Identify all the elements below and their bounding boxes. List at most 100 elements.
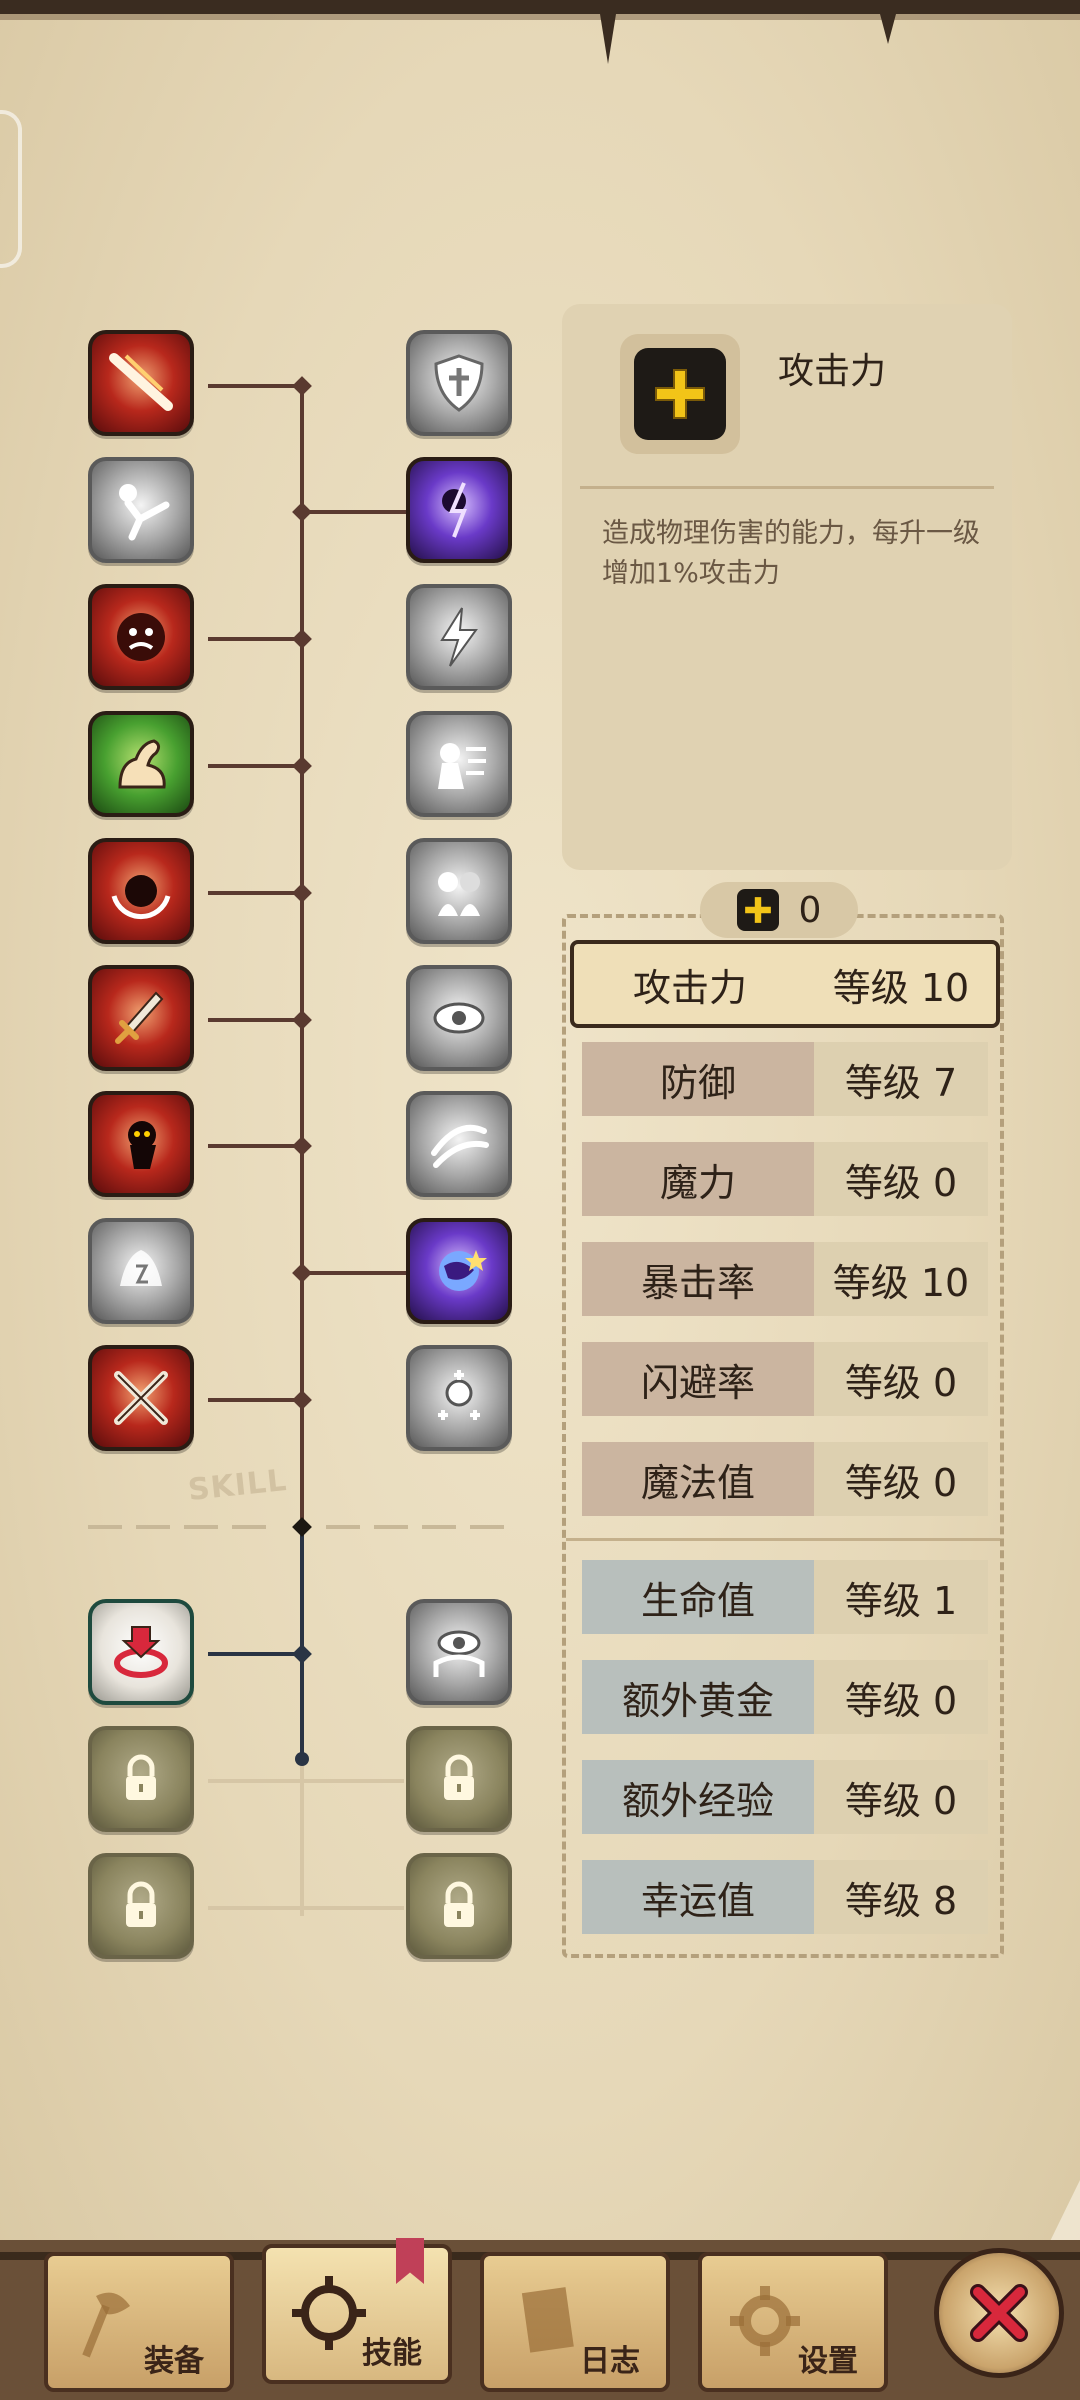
tree-node	[292, 502, 312, 522]
kick-icon	[119, 484, 170, 541]
skill-crossed-swords[interactable]	[88, 1345, 194, 1451]
skill-locked[interactable]	[406, 1853, 512, 1959]
tree-branch-locked	[208, 1906, 404, 1910]
tree-node	[295, 1752, 309, 1766]
skill-target[interactable]	[88, 1599, 194, 1705]
stat-row-luck[interactable]: 幸运值 等级 8	[582, 1860, 988, 1934]
eye-burst-icon	[433, 1002, 485, 1034]
tree-branch	[208, 764, 302, 768]
tree-node	[292, 1390, 312, 1410]
skill-points-badge: 0	[700, 882, 858, 938]
slash-icon	[109, 353, 173, 411]
separator-dash	[470, 1525, 504, 1529]
skill-charge[interactable]	[406, 711, 512, 817]
skill-muscle[interactable]	[88, 711, 194, 817]
stat-level: 等级 1	[814, 1560, 988, 1634]
skill-dark-lightning[interactable]	[406, 457, 512, 563]
double-strike-icon	[438, 872, 480, 916]
rage-face-icon	[117, 613, 165, 661]
eye-icon	[433, 1630, 485, 1677]
stat-level: 等级 10	[832, 965, 970, 1010]
stat-level: 等级 10	[814, 1242, 988, 1316]
close-icon	[970, 2284, 1028, 2342]
tree-node	[292, 1263, 312, 1283]
tree-trunk	[300, 378, 304, 1526]
tree-node	[292, 1136, 312, 1156]
tree-node	[292, 883, 312, 903]
close-button[interactable]	[934, 2248, 1064, 2378]
nav-label: 日志	[580, 2344, 640, 2379]
skill-spin[interactable]	[88, 838, 194, 944]
separator-dash	[88, 1525, 122, 1529]
nav-settings[interactable]: 设置	[698, 2252, 888, 2392]
stat-name: 生命值	[582, 1560, 814, 1634]
stat-name: 额外经验	[582, 1760, 814, 1834]
skill-eye-burst[interactable]	[406, 965, 512, 1071]
stat-row-magic[interactable]: 魔力 等级 0	[582, 1142, 988, 1216]
stat-name: 防御	[582, 1042, 814, 1116]
skill-shadow-dash[interactable]	[88, 1091, 194, 1197]
info-divider	[580, 486, 994, 489]
skill-wind-slash[interactable]	[406, 1091, 512, 1197]
stat-name: 魔法值	[582, 1442, 814, 1516]
tree-node	[292, 629, 312, 649]
tree-branch	[302, 510, 406, 514]
skill-double-strike[interactable]	[406, 838, 512, 944]
nav-label: 设置	[798, 2344, 858, 2379]
tree-branch	[208, 891, 302, 895]
separator-dash	[422, 1525, 456, 1529]
stat-row-crit-rate[interactable]: 暴击率 等级 10	[582, 1242, 988, 1316]
separator-dash	[232, 1525, 266, 1529]
muscle-arm-icon	[118, 739, 166, 789]
tree-node	[292, 376, 312, 396]
skill-eye[interactable]	[406, 1599, 512, 1705]
stat-level: 等级 0	[814, 1142, 988, 1216]
stat-row-mana[interactable]: 魔法值 等级 0	[582, 1442, 988, 1516]
stat-row-attack[interactable]: 攻击力 等级 10	[570, 940, 1000, 1028]
stat-row-extra-exp[interactable]: 额外经验 等级 0	[582, 1760, 988, 1834]
skill-shield[interactable]	[406, 330, 512, 436]
stat-row-dodge-rate[interactable]: 闪避率 等级 0	[582, 1342, 988, 1416]
stat-row-hp[interactable]: 生命值 等级 1	[582, 1560, 988, 1634]
nav-label: 技能	[362, 2336, 422, 2371]
skill-heal[interactable]	[406, 1345, 512, 1451]
skill-locked[interactable]	[406, 1726, 512, 1832]
side-tab[interactable]	[0, 110, 22, 268]
skill-slash[interactable]	[88, 330, 194, 436]
crossed-swords-icon	[114, 1371, 168, 1425]
stat-level: 等级 8	[814, 1860, 988, 1934]
spin-strike-icon	[111, 875, 171, 920]
stat-row-extra-gold[interactable]: 额外黄金 等级 0	[582, 1660, 988, 1734]
top-crack	[880, 14, 896, 44]
shield-icon	[434, 354, 484, 412]
skill-points-value: 0	[798, 889, 822, 931]
wind-slash-icon	[431, 1124, 489, 1168]
separator-dash	[184, 1525, 218, 1529]
stat-group-divider	[566, 1538, 1000, 1541]
lightning-icon	[440, 607, 478, 667]
stat-row-defense[interactable]: 防御 等级 7	[582, 1042, 988, 1116]
nav-equipment[interactable]: 装备	[44, 2252, 234, 2392]
skill-storm[interactable]	[88, 1218, 194, 1324]
skill-lightning[interactable]	[406, 584, 512, 690]
stat-info-title: 攻击力	[778, 351, 887, 392]
top-border	[0, 0, 1080, 14]
skill-cosmic[interactable]	[406, 1218, 512, 1324]
book-icon	[521, 2287, 574, 2353]
stat-level: 等级 0	[814, 1760, 988, 1834]
nav-journal[interactable]: 日志	[480, 2252, 670, 2392]
separator-dash	[326, 1525, 360, 1529]
stat-info-description: 造成物理伤害的能力，每升一级增加1%攻击力	[602, 518, 980, 589]
skill-dagger[interactable]	[88, 965, 194, 1071]
lock-icon	[126, 1881, 156, 1927]
skill-locked[interactable]	[88, 1726, 194, 1832]
skill-rage[interactable]	[88, 584, 194, 690]
shadow-dash-icon	[128, 1121, 156, 1169]
charge-icon	[438, 743, 486, 789]
nav-skills[interactable]: 技能	[262, 2238, 452, 2384]
stat-name: 幸运值	[582, 1860, 814, 1934]
tree-branch	[208, 1018, 302, 1022]
stat-list: 攻击力 等级 10 防御 等级 7 魔力 等级 0 暴击率 等级 10 闪避率 …	[562, 914, 1004, 1958]
skill-locked[interactable]	[88, 1853, 194, 1959]
skill-kick[interactable]	[88, 457, 194, 563]
